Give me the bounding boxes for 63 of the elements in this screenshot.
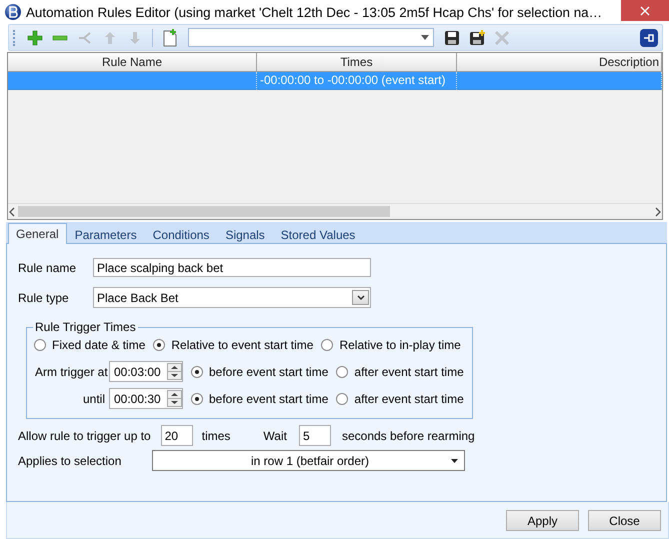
tab[interactable]: Conditions	[144, 225, 218, 244]
cross-icon	[494, 30, 510, 46]
field-label: seconds before rearming	[342, 428, 475, 442]
tab[interactable]: Stored Values	[272, 225, 364, 244]
column-header[interactable]: Description	[457, 53, 662, 72]
time-field[interactable]: 00:03:00	[109, 361, 183, 382]
option-label: before event start time	[209, 392, 328, 406]
selection-dropdown[interactable]: in row 1 (betfair order)	[152, 450, 465, 471]
field-label: Applies to selection	[18, 454, 122, 468]
field-label: Arm trigger at	[35, 364, 109, 378]
scroll-left-icon[interactable]	[8, 206, 16, 216]
option-label: Fixed date & time	[52, 338, 146, 352]
radio-button[interactable]	[321, 339, 334, 351]
down-arrow-icon	[129, 30, 141, 46]
floppy-disk-plus-icon	[469, 30, 485, 46]
time-field[interactable]: 00:00:30	[109, 388, 183, 409]
spinner-icon[interactable]	[167, 390, 182, 407]
field-label: Rule name	[18, 260, 78, 274]
up-arrow-icon	[104, 30, 116, 46]
spinner-icon[interactable]	[167, 363, 182, 380]
rule-type-dropdown[interactable]: Place Back Bet	[93, 287, 371, 308]
radio-button[interactable]	[336, 392, 348, 404]
app-logo-icon	[4, 3, 22, 21]
option-label: Relative to event start time	[171, 338, 314, 352]
column-header[interactable]: Times	[257, 53, 457, 72]
new-document-icon	[162, 28, 178, 46]
field-label: Wait	[263, 428, 287, 442]
plus-icon	[27, 30, 43, 46]
dialog-button[interactable]: Apply	[506, 510, 579, 531]
radio-button[interactable]	[34, 339, 46, 351]
window-title: Automation Rules Editor (using market 'Chelt 12th Dec - 13:05 2m5f Hcap Chs' for selection na…	[26, 4, 603, 20]
rule-name-field[interactable]: Place scalping back bet	[93, 258, 371, 277]
tab[interactable]: Parameters	[66, 225, 145, 244]
option-label: after event start time	[354, 364, 464, 378]
option-label: Relative to in-play time	[339, 338, 461, 352]
scroll-right-icon[interactable]	[654, 206, 662, 216]
field-label: Allow rule to trigger up to	[18, 428, 151, 442]
caret-icon	[451, 459, 458, 463]
field-label: times	[202, 428, 230, 442]
dialog-button[interactable]: Close	[588, 510, 661, 531]
close-button[interactable]	[621, 0, 669, 21]
caret-icon	[421, 35, 429, 40]
trigger-count-field[interactable]: 20	[160, 425, 193, 446]
option-label: after event start time	[354, 392, 464, 406]
horizontal-scrollbar[interactable]	[8, 203, 662, 219]
field-label: Rule type	[18, 290, 70, 304]
radio-button[interactable]	[191, 366, 203, 378]
radio-button[interactable]	[153, 339, 166, 351]
radio-button[interactable]	[336, 366, 348, 378]
option-label: before event start time	[209, 364, 328, 378]
chevron-down-icon	[356, 294, 364, 300]
close-icon	[640, 6, 650, 16]
pin-button[interactable]	[640, 28, 658, 46]
field-label: until	[82, 392, 106, 406]
radio-button[interactable]	[191, 392, 203, 404]
group-title: Rule Trigger Times	[34, 320, 137, 334]
wait-seconds-field[interactable]: 5	[298, 425, 331, 446]
column-header[interactable]: Rule Name	[8, 53, 257, 72]
pin-icon	[643, 32, 655, 42]
table-cell: -00:00:00 to -00:00:00 (event start)	[257, 72, 457, 90]
branch-icon	[77, 30, 93, 46]
tab[interactable]: Signals	[217, 225, 273, 244]
tab[interactable]: General	[8, 223, 67, 244]
